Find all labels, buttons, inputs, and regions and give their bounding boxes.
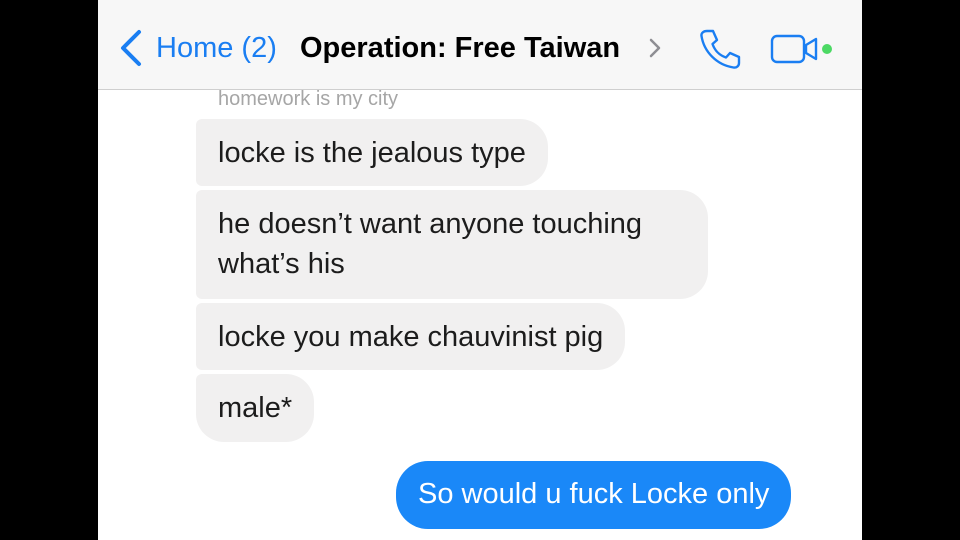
phone-icon[interactable] bbox=[698, 28, 742, 70]
message-bubble-incoming[interactable]: male* bbox=[196, 374, 315, 442]
message-bubble-incoming[interactable]: he doesn’t want anyone touching what’s h… bbox=[196, 190, 708, 299]
message-bubble-incoming[interactable]: locke is the jealous type bbox=[196, 119, 548, 186]
message-bubble-incoming[interactable]: locke you make chauvinist pig bbox=[196, 303, 626, 370]
back-button[interactable]: Home (2) bbox=[118, 28, 277, 68]
chevron-left-icon bbox=[121, 30, 141, 66]
back-label: Home (2) bbox=[156, 31, 277, 64]
chevron-right-icon[interactable] bbox=[649, 38, 661, 58]
navigation-bar: Home (2) Operation: Free Taiwan bbox=[98, 0, 862, 90]
sender-name: homework is my city bbox=[218, 88, 399, 110]
online-indicator bbox=[822, 44, 832, 54]
video-camera-icon[interactable] bbox=[770, 34, 836, 64]
message-bubble-outgoing[interactable]: So would u fuck Locke only bbox=[396, 461, 792, 529]
conversation-title[interactable]: Operation: Free Taiwan bbox=[300, 28, 620, 68]
messenger-screen: Home (2) Operation: Free Taiwan homework… bbox=[98, 0, 862, 540]
